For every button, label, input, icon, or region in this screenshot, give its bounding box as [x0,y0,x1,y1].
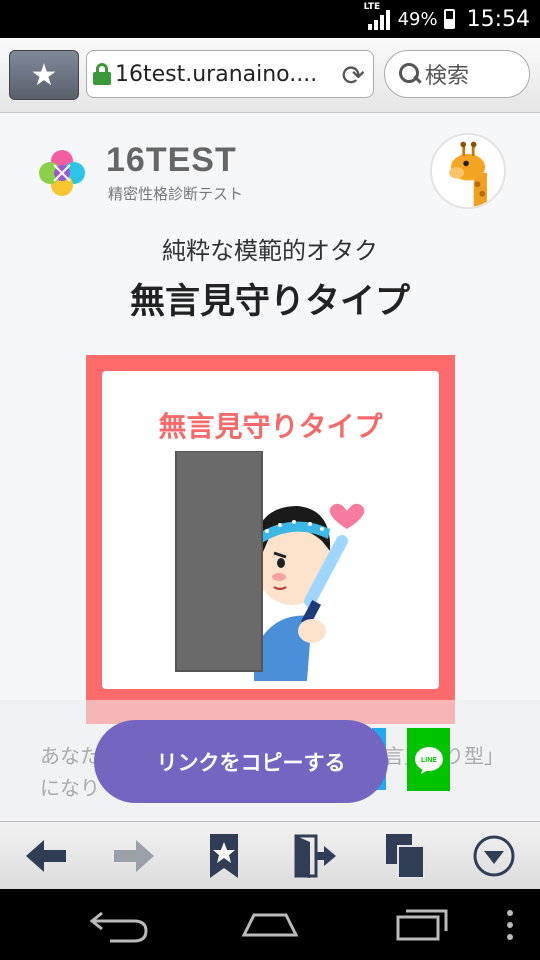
system-nav-bar [0,889,540,960]
exit-icon[interactable] [290,834,338,878]
result-type-title: 無言見守りタイプ [129,282,410,322]
recent-apps-icon[interactable] [390,905,454,945]
site-tagline: 精密性格診断テスト [108,185,244,203]
battery-icon [443,9,455,29]
result-subtype: 純粋な模範的オタク [162,237,378,265]
line-share-button[interactable]: LINE [407,728,450,791]
clock: 15:54 [466,6,530,32]
share-text-line1: あなた [40,744,100,768]
home-nav-icon[interactable] [238,905,302,945]
search-icon [399,63,421,85]
back-nav-icon[interactable] [88,905,152,945]
overflow-icon[interactable] [500,905,520,945]
browser-bottom-toolbar [0,821,540,890]
signal-icon: LTE [364,2,390,30]
lock-icon [93,63,111,85]
web-page: 16TEST 精密性格診断テスト 純粋な模範的オタク 無言見守りタイプ 無言見守… [0,113,540,821]
share-text: あなた になり [40,740,100,804]
battery-percent: 49% [397,8,438,30]
star-icon: ★ [30,57,58,93]
search-box[interactable]: 検索 [384,50,530,98]
share-text-line2: になり [40,776,100,800]
tabs-icon[interactable] [382,834,430,878]
result-card-inner: 無言見守りタイプ [102,371,439,689]
search-placeholder: 検索 [425,64,470,89]
address-bar[interactable]: 16test.uranaino.... ⟳ [86,50,374,98]
avatar[interactable] [430,133,506,209]
bookmark-icon[interactable] [200,834,248,878]
line-label: LINE [421,757,437,764]
bookmarks-button[interactable]: ★ [9,50,79,100]
back-icon[interactable] [22,834,70,878]
line-icon: LINE [414,746,443,774]
site-logo-icon[interactable] [36,147,88,199]
giraffe-icon [449,141,487,207]
status-bar: LTE 49% 15:54 [0,0,540,38]
otaku-illustration [175,451,365,681]
reload-icon[interactable]: ⟳ [342,59,365,92]
browser-toolbar: ★ 16test.uranaino.... ⟳ 検索 [0,38,540,113]
copy-link-button[interactable]: リンクをコピーする [94,720,388,803]
network-type: LTE [363,2,381,12]
menu-icon[interactable] [470,834,518,878]
result-card: 無言見守りタイプ [86,355,455,722]
card-title: 無言見守りタイプ [158,410,383,443]
site-name[interactable]: 16TEST [106,141,237,180]
url-text: 16test.uranaino.... [115,61,318,87]
forward-icon[interactable] [110,834,158,878]
